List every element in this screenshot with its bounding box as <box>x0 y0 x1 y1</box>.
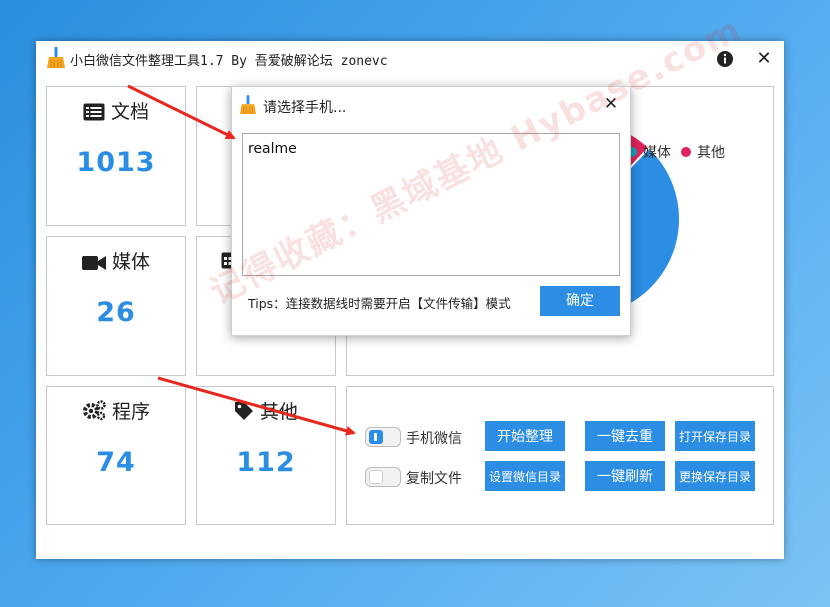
confirm-button[interactable]: 确定 <box>540 286 620 316</box>
refresh-button[interactable]: 一键刷新 <box>585 461 665 491</box>
toggle-label-copy-files: 复制文件 <box>406 471 462 487</box>
stat-label-text: 其他 <box>259 401 298 423</box>
video-camera-icon <box>81 256 106 270</box>
dialog-tips: Tips：连接数据线时需要开启【文件传输】模式 <box>248 296 511 311</box>
toggle-knob <box>369 470 383 484</box>
legend-label: 媒体 <box>643 145 671 161</box>
close-icon: ✕ <box>756 48 772 69</box>
dialog-title: 请选择手机... <box>263 100 347 116</box>
toggle-copy-files[interactable] <box>365 467 401 487</box>
toggle-label-phone-wechat: 手机微信 <box>406 431 462 447</box>
stat-label-text: 程序 <box>111 401 150 423</box>
dialog-close-button[interactable]: ✕ <box>602 95 620 113</box>
stat-value: 26 <box>96 297 136 328</box>
info-circle-icon <box>717 51 733 67</box>
broom-icon <box>47 47 65 68</box>
stat-card-media: 媒体 26 <box>46 236 186 376</box>
stat-value: 112 <box>236 447 296 478</box>
legend-item-media[interactable]: 媒体 <box>627 142 671 162</box>
document-list-icon <box>83 103 105 121</box>
stat-value: 74 <box>96 447 136 478</box>
stat-card-programs: 程序 74 <box>46 386 186 525</box>
legend-label: 其他 <box>697 145 725 161</box>
info-button[interactable] <box>715 49 735 69</box>
toggle-phone-wechat[interactable] <box>365 427 401 447</box>
gears-icon <box>82 400 106 421</box>
stat-card-other: 其他 112 <box>196 386 336 525</box>
title-bar: 小白微信文件整理工具1.7 By 吾爱破解论坛 zonevc ✕ <box>36 41 784 77</box>
stat-value: 1013 <box>76 147 156 178</box>
close-icon: ✕ <box>603 94 619 114</box>
close-button[interactable]: ✕ <box>754 49 774 69</box>
stat-card-documents: 文档 1013 <box>46 86 186 226</box>
broom-icon <box>239 95 257 114</box>
stat-label-text: 文档 <box>110 101 149 123</box>
tag-icon <box>234 402 253 420</box>
toggle-knob <box>369 430 383 444</box>
dedupe-button[interactable]: 一键去重 <box>585 421 665 451</box>
legend-dot <box>681 147 691 157</box>
phone-list-textarea[interactable]: realme <box>242 133 620 276</box>
change-save-dir-button[interactable]: 更换保存目录 <box>675 461 755 491</box>
controls-card: 手机微信 复制文件 开始整理 一键去重 打开保存目录 设置微信目录 一键刷新 更… <box>346 386 774 525</box>
set-wechat-dir-button[interactable]: 设置微信目录 <box>485 461 565 491</box>
window-title: 小白微信文件整理工具1.7 By 吾爱破解论坛 zonevc <box>70 54 388 69</box>
open-save-dir-button[interactable]: 打开保存目录 <box>675 421 755 451</box>
legend-item-other[interactable]: 其他 <box>681 142 725 162</box>
select-phone-dialog: 请选择手机... ✕ realme Tips：连接数据线时需要开启【文件传输】模… <box>231 86 631 336</box>
start-organize-button[interactable]: 开始整理 <box>485 421 565 451</box>
stat-label-text: 媒体 <box>111 251 150 273</box>
